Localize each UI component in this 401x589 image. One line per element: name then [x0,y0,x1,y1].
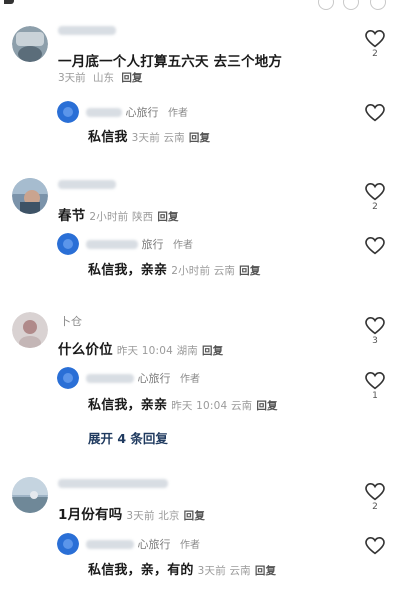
top-toolbar-remnant [0,0,401,14]
like-button[interactable]: 1 [364,372,386,401]
like-count: 3 [372,336,378,346]
reply-button[interactable]: 回复 [239,265,260,277]
reply-button[interactable]: 回复 [202,345,223,357]
reply-avatar[interactable] [57,367,79,389]
like-button[interactable] [364,104,386,122]
heart-outline-icon [365,372,385,390]
action-icon[interactable] [343,0,359,10]
reply-author[interactable]: 旅行 作者 [86,236,193,252]
author-badge: 作者 [168,108,188,119]
avatar[interactable] [12,312,48,348]
reply-button[interactable]: 回复 [255,565,276,577]
heart-outline-icon [365,183,385,201]
reply-button[interactable]: 回复 [184,510,205,522]
commenter-name[interactable] [58,26,116,35]
reply-button[interactable]: 回复 [256,400,277,412]
like-button[interactable]: 2 [364,30,386,59]
like-button[interactable]: 2 [364,483,386,512]
avatar[interactable] [12,178,48,214]
like-count: 1 [372,391,378,401]
author-badge: 作者 [173,240,193,251]
like-button[interactable]: 2 [364,183,386,212]
heart-outline-icon [365,237,385,255]
like-count: 2 [372,202,378,212]
comment-text: 春节 2小时前 陕西 回复 [58,208,179,224]
reply-button[interactable]: 回复 [157,211,178,223]
reply-author[interactable]: 心旅行 作者 [86,370,200,386]
comment-text: 一月底一个人打算五六天 去三个地方 [58,54,283,70]
like-count: 2 [372,49,378,59]
commenter-name[interactable]: 卜仓 [60,313,82,329]
author-badge: 作者 [180,540,200,551]
reply-author[interactable]: 心旅行 作者 [86,104,188,120]
reply-avatar[interactable] [57,101,79,123]
back-icon[interactable] [4,0,14,4]
author-badge: 作者 [180,374,200,385]
heart-outline-icon [365,317,385,335]
heart-outline-icon [365,30,385,48]
commenter-name[interactable] [58,180,116,189]
like-count: 2 [372,502,378,512]
action-icon[interactable] [370,0,386,10]
reply-text: 私信我 3天前 云南 回复 [88,130,211,145]
reply-button[interactable]: 回复 [121,72,142,84]
commenter-name[interactable] [58,479,168,488]
reply-author[interactable]: 心旅行 作者 [86,536,200,552]
like-button[interactable] [364,237,386,255]
expand-replies-button[interactable]: 展开 4 条回复 [88,428,168,447]
heart-outline-icon [365,537,385,555]
action-icon[interactable] [318,0,334,10]
avatar[interactable] [12,26,48,62]
comment-meta: 3天前 山东 回复 [58,72,143,84]
reply-avatar[interactable] [57,533,79,555]
like-button[interactable] [364,537,386,555]
like-button[interactable]: 3 [364,317,386,346]
reply-text: 私信我，亲，有的 3天前 云南 回复 [88,563,277,578]
heart-outline-icon [365,104,385,122]
heart-outline-icon [365,483,385,501]
reply-button[interactable]: 回复 [189,132,210,144]
comment-text: 1月份有吗 3天前 北京 回复 [58,507,206,523]
reply-text: 私信我，亲亲 2小时前 云南 回复 [88,263,261,278]
reply-avatar[interactable] [57,233,79,255]
reply-text: 私信我，亲亲 昨天 10:04 云南 回复 [88,398,278,413]
comment-text: 什么价位 昨天 10:04 湖南 回复 [58,342,224,358]
avatar[interactable] [12,477,48,513]
